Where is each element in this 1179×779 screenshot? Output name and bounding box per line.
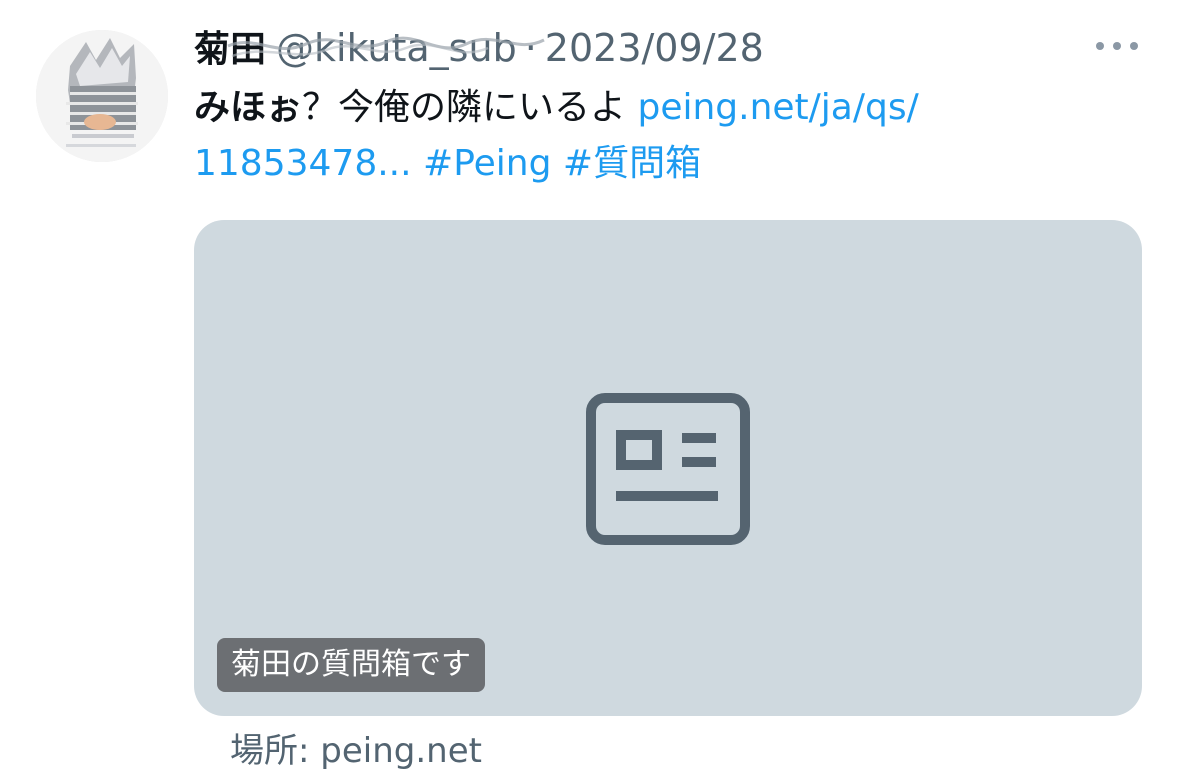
separator-dot: · (524, 26, 537, 70)
more-dot (1096, 42, 1104, 50)
tweet-text-lead: みほぉ (194, 87, 303, 128)
author-handle-text: @kikuta_sub (276, 26, 517, 70)
card-location[interactable]: 場所: peing.net (230, 728, 482, 774)
tweet-header: 菊田 @kikuta_sub · 2023/09/28 (194, 22, 1144, 74)
article-icon (586, 393, 750, 545)
hashtag-question-box[interactable]: #質問箱 (563, 143, 701, 184)
hashtag-peing[interactable]: #Peing (423, 143, 551, 184)
tweet-text: みほぉ？今俺の隣にいるよ peing.net/ja/qs/ 11853478..… (194, 80, 1074, 192)
avatar-image (36, 30, 168, 162)
more-dot (1113, 42, 1121, 50)
avatar[interactable] (36, 30, 168, 162)
tweet-content: 菊田 @kikuta_sub · 2023/09/28 みほぉ？今俺の隣にいるよ… (194, 22, 1144, 192)
author-name[interactable]: 菊田 (194, 24, 266, 76)
tweet-date[interactable]: 2023/09/28 (545, 22, 764, 74)
card-caption: 菊田の質問箱です (217, 638, 485, 692)
more-dot (1130, 42, 1138, 50)
tweet-text-body: ？今俺の隣にいるよ (302, 87, 638, 128)
more-options-icon[interactable] (1096, 36, 1138, 56)
tweet[interactable]: 菊田 @kikuta_sub · 2023/09/28 みほぉ？今俺の隣にいるよ… (0, 0, 1179, 779)
author-handle[interactable]: @kikuta_sub (227, 22, 545, 74)
